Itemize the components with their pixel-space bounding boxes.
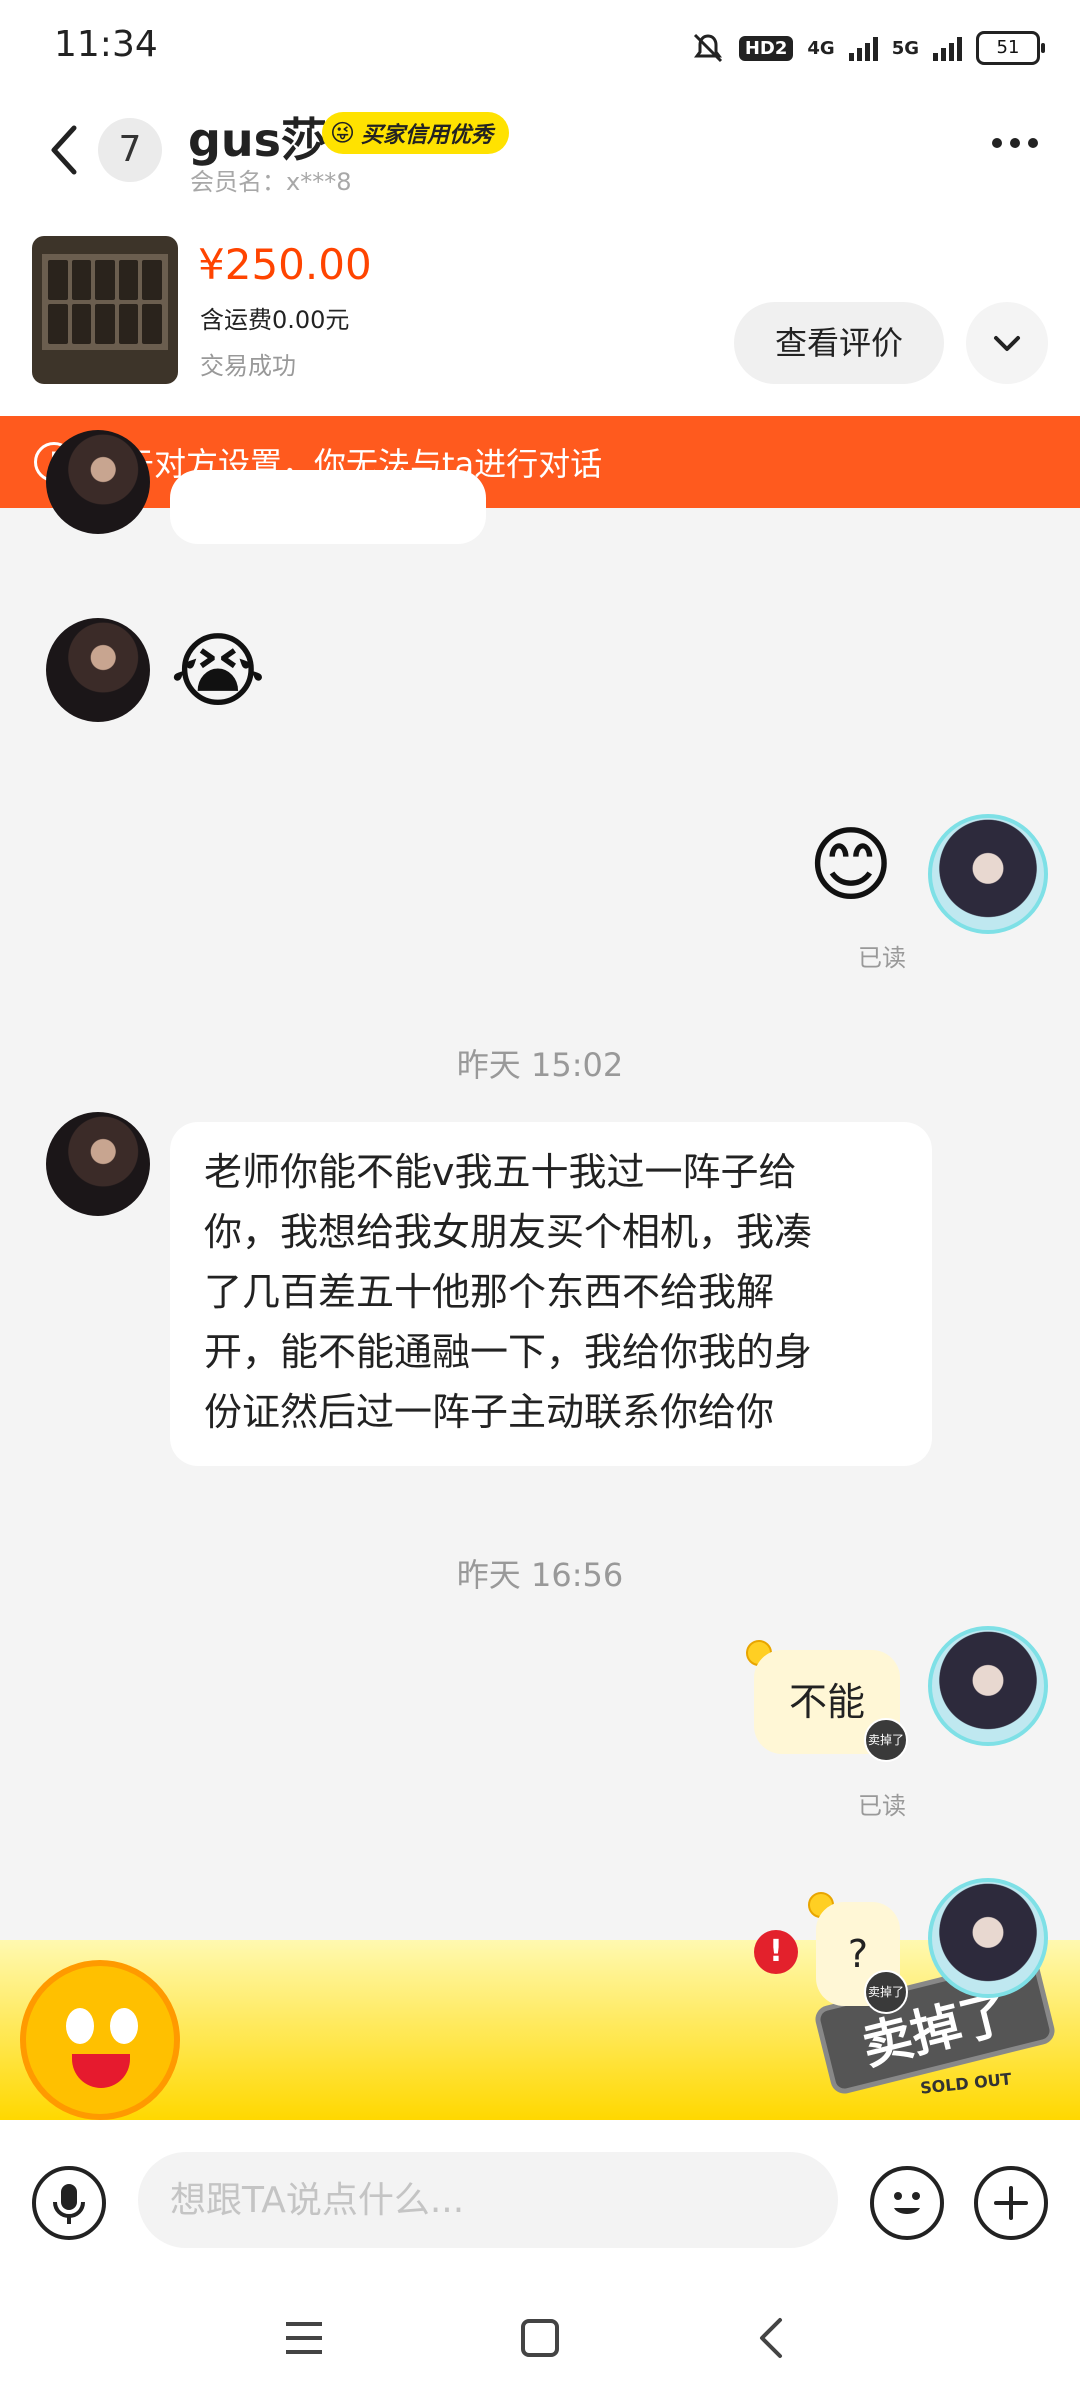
- network-4g-label: 4G: [807, 37, 835, 59]
- smiley-icon: [894, 2192, 920, 2214]
- message-line: 老师你能不能v我五十我过一阵子给: [204, 1150, 797, 1194]
- add-button[interactable]: [974, 2166, 1048, 2240]
- product-thumbnail[interactable]: [32, 236, 178, 384]
- hd-icon: HD2: [738, 35, 794, 61]
- my-avatar[interactable]: [928, 1626, 1048, 1746]
- message-bubble-partial: [170, 470, 486, 544]
- my-avatar[interactable]: [928, 814, 1048, 934]
- product-price: ¥250.00: [198, 240, 372, 289]
- more-menu-icon[interactable]: [992, 138, 1038, 148]
- shipping-info: 含运费0.00元: [200, 306, 350, 334]
- message-input[interactable]: [138, 2152, 838, 2248]
- microphone-icon: [53, 2184, 85, 2224]
- message-line: 开，能不能通融一下，我给你我的身: [204, 1330, 813, 1374]
- signal-icon-2: [933, 35, 962, 61]
- product-card[interactable]: ¥250.00 含运费0.00元 交易成功 查看评价: [0, 230, 1080, 416]
- member-name: 会员名：x***8: [190, 168, 352, 196]
- view-review-button[interactable]: 查看评价: [734, 302, 944, 384]
- avatar[interactable]: [46, 1112, 150, 1216]
- message-bubble: 老师你能不能v我五十我过一阵子给 你，我想给我女朋友买个相机，我凑 了几百差五十…: [170, 1122, 932, 1466]
- chevron-down-icon: [994, 336, 1020, 351]
- status-time: 11:34: [54, 24, 158, 65]
- signal-icon-1: [848, 35, 878, 61]
- back-icon[interactable]: [756, 2316, 786, 2360]
- mascot-icon: [20, 1960, 180, 2120]
- avatar[interactable]: [46, 430, 150, 534]
- input-bar: [0, 2120, 1080, 2280]
- back-arrow-icon[interactable]: [44, 120, 84, 180]
- status-bar: 11:34 HD2 4G 5G 51: [0, 0, 1080, 90]
- chat-header: 7 gus莎 😜 买家信用优秀 会员名：x***8: [0, 90, 1080, 230]
- plus-icon: [994, 2186, 1028, 2220]
- status-icons: HD2 4G 5G 51: [691, 28, 1045, 68]
- unread-count-badge[interactable]: 7: [98, 118, 162, 182]
- emoji-button[interactable]: [870, 2166, 944, 2240]
- message-line: 了几百差五十他那个东西不给我解: [204, 1270, 775, 1314]
- read-receipt: 已读: [858, 944, 906, 972]
- timestamp: 昨天 15:02: [456, 1046, 624, 1084]
- system-nav-bar: [0, 2280, 1080, 2400]
- smile-icon: 😜: [330, 119, 356, 147]
- home-icon[interactable]: [520, 2318, 560, 2358]
- credit-badge-label: 买家信用优秀: [361, 123, 494, 148]
- crying-emoji: 😭: [170, 624, 266, 719]
- expand-button[interactable]: [966, 302, 1048, 384]
- message-line: 份证然后过一阵子主动联系你给你: [204, 1390, 775, 1434]
- menu-icon[interactable]: [284, 2320, 324, 2356]
- smiling-emoji: 😊: [808, 818, 894, 913]
- contact-name: gus莎: [188, 113, 328, 167]
- voice-button[interactable]: [32, 2166, 106, 2240]
- message-line: 你，我想给我女朋友买个相机，我凑: [204, 1210, 813, 1254]
- read-receipt: 已读: [858, 1792, 906, 1820]
- my-avatar[interactable]: [928, 1878, 1048, 1998]
- mute-bell-icon: [693, 33, 722, 63]
- deal-status: 交易成功: [200, 352, 296, 380]
- sold-tag-icon: 卖掉了: [864, 1718, 908, 1762]
- battery-icon: 51: [976, 31, 1045, 65]
- blocked-banner: ! 由于对方设置，你无法与ta进行对话: [0, 416, 1080, 508]
- avatar[interactable]: [46, 618, 150, 722]
- sold-tag-icon: 卖掉了: [864, 1970, 908, 2014]
- timestamp: 昨天 16:56: [456, 1556, 624, 1594]
- send-failed-icon[interactable]: !: [754, 1930, 798, 1974]
- network-5g-label: 5G: [891, 37, 919, 59]
- credit-badge: 😜 买家信用优秀: [322, 112, 510, 154]
